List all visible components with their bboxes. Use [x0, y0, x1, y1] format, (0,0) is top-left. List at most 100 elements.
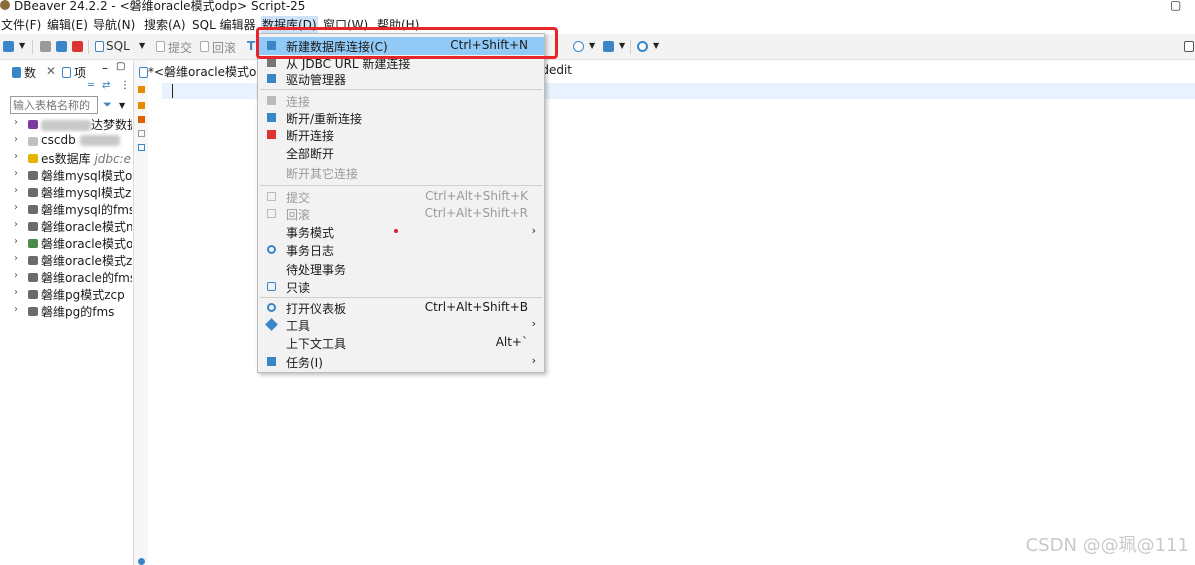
database-icon: [28, 307, 38, 316]
tree-item[interactable]: › 磐维mysql模式od: [14, 167, 132, 184]
chevron-right-icon[interactable]: ›: [14, 253, 18, 264]
menu-tasks[interactable]: 任务(I) ›: [258, 353, 544, 371]
connect-icon[interactable]: [40, 41, 51, 52]
menu-pending-transactions[interactable]: 待处理事务: [258, 260, 544, 278]
menu-driver-manager[interactable]: 驱动管理器: [258, 70, 544, 88]
menu-rollback[interactable]: 回滚 Ctrl+Alt+Shift+R: [258, 205, 544, 223]
chevron-right-icon[interactable]: ›: [14, 151, 18, 162]
close-icon[interactable]: ✕: [46, 64, 56, 78]
elasticsearch-icon: [28, 154, 38, 163]
redacted-text: [41, 120, 91, 131]
export-icon[interactable]: [138, 130, 145, 137]
database-navigator-panel: 数 ✕ 项 – ▢ ═ ⇄ ⋮ ⏷ ▼ › 达梦数据 › cscdb › es数…: [0, 60, 134, 565]
dashboard-icon[interactable]: [573, 41, 584, 52]
menu-connect[interactable]: 连接: [258, 92, 544, 110]
filter-icon[interactable]: ⏷: [103, 98, 112, 112]
tree-item[interactable]: › 磐维pg模式zcp: [14, 286, 132, 303]
chevron-right-icon: ›: [531, 317, 536, 330]
tree-item[interactable]: › 磐维oracle模式od: [14, 235, 132, 252]
search-icon[interactable]: [637, 41, 648, 52]
chevron-right-icon[interactable]: ›: [14, 168, 18, 179]
chevron-down-icon[interactable]: ▼: [139, 41, 145, 50]
menu-sql-editor[interactable]: SQL 编辑器: [191, 16, 257, 33]
tree-item[interactable]: › cscdb: [14, 133, 132, 150]
disconnect-icon[interactable]: [72, 41, 83, 52]
chevron-right-icon[interactable]: ›: [14, 185, 18, 196]
rollback-button[interactable]: 回滚: [212, 39, 236, 56]
chevron-right-icon[interactable]: ›: [14, 236, 18, 247]
watermark: CSDN @@珮@111: [1025, 535, 1189, 556]
menu-open-dashboard[interactable]: 打开仪表板 Ctrl+Alt+Shift+B: [258, 299, 544, 317]
chevron-down-icon[interactable]: ▼: [589, 41, 595, 50]
tools-icon: [265, 318, 278, 331]
chevron-right-icon[interactable]: ›: [14, 202, 18, 213]
menu-tools[interactable]: 工具 ›: [258, 316, 544, 334]
tree-item[interactable]: › 达梦数据: [14, 116, 132, 133]
chevron-down-icon[interactable]: ▼: [119, 101, 125, 110]
menu-commit[interactable]: 提交 Ctrl+Alt+Shift+K: [258, 188, 544, 206]
tab-database-navigator[interactable]: 数: [24, 64, 36, 81]
dbeaver-logo-icon: [0, 0, 10, 10]
tree-item-label: 磐维mysql模式od: [41, 169, 132, 183]
connect-icon: [267, 96, 276, 105]
reconnect-icon[interactable]: [56, 41, 67, 52]
tree-item[interactable]: › 磐维mysql模式zc: [14, 184, 132, 201]
tree-item-label: 磐维oracle的fms: [41, 271, 132, 285]
menu-transaction-mode[interactable]: 事务模式 ›: [258, 223, 544, 241]
driver-manager-icon: [267, 74, 276, 83]
chevron-right-icon[interactable]: ›: [14, 134, 18, 145]
chevron-down-icon[interactable]: ▼: [619, 41, 625, 50]
menu-disconnect[interactable]: 断开连接: [258, 126, 544, 144]
shortcut: Ctrl+Alt+Shift+K: [425, 189, 528, 203]
chevron-down-icon[interactable]: ▼: [19, 41, 25, 50]
link-icon[interactable]: ⇄: [102, 80, 110, 91]
transaction-mode-icon[interactable]: T: [247, 39, 255, 53]
script-icon: [139, 67, 148, 78]
maximize-icon[interactable]: ▢: [116, 61, 125, 72]
menu-file[interactable]: 文件(F): [0, 16, 42, 33]
menu-icon[interactable]: ⋮: [120, 80, 130, 91]
explain-icon[interactable]: [138, 116, 145, 123]
chevron-right-icon[interactable]: ›: [14, 117, 18, 128]
chevron-right-icon[interactable]: ›: [14, 270, 18, 281]
tree-item[interactable]: › es数据库 jdbc:e...: [14, 150, 132, 167]
chevron-down-icon[interactable]: ▼: [653, 41, 659, 50]
menu-read-only[interactable]: 只读: [258, 278, 544, 296]
settings-icon[interactable]: [138, 558, 145, 565]
panel-icon[interactable]: [138, 144, 145, 151]
sql-editor-icon[interactable]: [95, 41, 104, 52]
menu-disconnect-all[interactable]: 全部断开: [258, 144, 544, 162]
tree-item[interactable]: › 磐维pg的fms: [14, 303, 132, 320]
status-dot: [394, 229, 398, 233]
table-filter-input[interactable]: [10, 96, 98, 114]
tab-projects[interactable]: 项: [74, 64, 86, 81]
menu-transaction-log[interactable]: 事务日志: [258, 241, 544, 259]
maximize-icon[interactable]: ▢: [1170, 0, 1181, 12]
tree-item[interactable]: › 磐维oracle的fms: [14, 269, 132, 286]
database-icon: [28, 137, 38, 146]
menu-context-tools[interactable]: 上下文工具 Alt+`: [258, 334, 544, 352]
chevron-right-icon[interactable]: ›: [14, 304, 18, 315]
tree-item[interactable]: › 磐维oracle模式zc: [14, 252, 132, 269]
perspective-icon[interactable]: [1184, 41, 1194, 52]
chevron-right-icon[interactable]: ›: [14, 219, 18, 230]
execute-script-icon[interactable]: [138, 102, 145, 109]
tree-item[interactable]: › 磐维mysql的fms: [14, 201, 132, 218]
commit-button[interactable]: 提交: [168, 39, 192, 56]
menu-search[interactable]: 搜索(A): [143, 16, 187, 33]
tab-script[interactable]: *<磐维oracle模式od: [148, 63, 264, 81]
collapse-icon[interactable]: ═: [88, 80, 94, 91]
tree-item-label: 磐维oracle模式n: [41, 220, 132, 234]
menu-navigate[interactable]: 导航(N): [92, 16, 136, 33]
tree-item[interactable]: › 磐维oracle模式n: [14, 218, 132, 235]
chevron-right-icon: ›: [531, 224, 536, 237]
tasks-icon[interactable]: [603, 41, 614, 52]
execute-icon[interactable]: [138, 86, 145, 93]
new-connection-icon[interactable]: [3, 41, 14, 52]
minimize-icon[interactable]: –: [102, 61, 108, 75]
menu-edit[interactable]: 编辑(E): [46, 16, 89, 33]
menu-disconnect-others[interactable]: 断开其它连接: [258, 164, 544, 182]
sql-button[interactable]: SQL: [106, 39, 130, 53]
menu-reconnect[interactable]: 断开/重新连接: [258, 109, 544, 127]
chevron-right-icon[interactable]: ›: [14, 287, 18, 298]
